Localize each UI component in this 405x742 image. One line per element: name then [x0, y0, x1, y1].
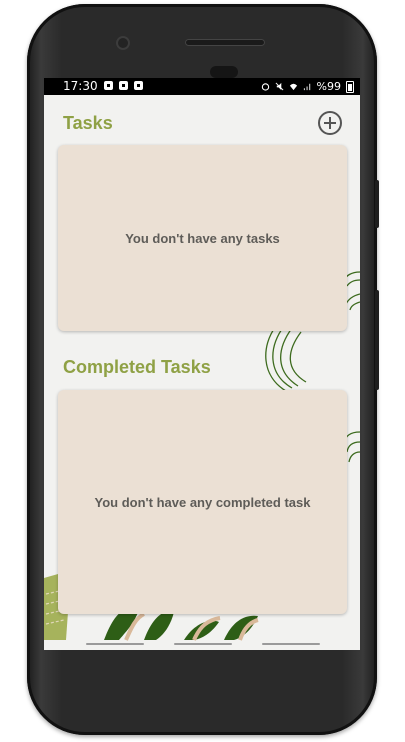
tasks-empty-message: You don't have any tasks: [125, 230, 280, 246]
battery-percent: %99: [316, 80, 341, 93]
status-time: 17:30: [63, 79, 98, 93]
add-circle-icon[interactable]: [318, 111, 342, 135]
nav-home-indicator[interactable]: [174, 643, 232, 645]
completed-empty-message: You don't have any completed task: [94, 494, 311, 510]
earpiece-speaker: [185, 39, 265, 46]
navigation-bar: [44, 641, 360, 647]
proximity-sensor: [210, 66, 238, 78]
tasks-card: You don't have any tasks: [58, 145, 347, 331]
status-indicators: %99: [261, 78, 354, 95]
app-icon: [134, 81, 143, 90]
power-button: [375, 180, 379, 228]
completed-tasks-title: Completed Tasks: [63, 357, 211, 377]
volume-rocker: [375, 290, 379, 390]
status-bar: 17:30 %99: [44, 78, 360, 95]
completed-tasks-card: You don't have any completed task: [58, 390, 347, 614]
wifi-icon: [289, 83, 297, 91]
nav-recents-indicator[interactable]: [262, 643, 320, 645]
front-camera: [116, 36, 130, 50]
notification-icons: [104, 81, 143, 90]
nav-back-indicator[interactable]: [86, 643, 144, 645]
mute-icon: [275, 82, 283, 91]
alarm-icon: [261, 83, 269, 91]
message-icon: [119, 81, 128, 90]
tasks-title: Tasks: [63, 113, 113, 133]
app-screen: 17:30 %99 Tasks You don't have any tasks…: [44, 78, 360, 650]
notification-icon: [104, 81, 113, 90]
battery-icon: [346, 80, 354, 93]
signal-icon: [303, 83, 310, 91]
